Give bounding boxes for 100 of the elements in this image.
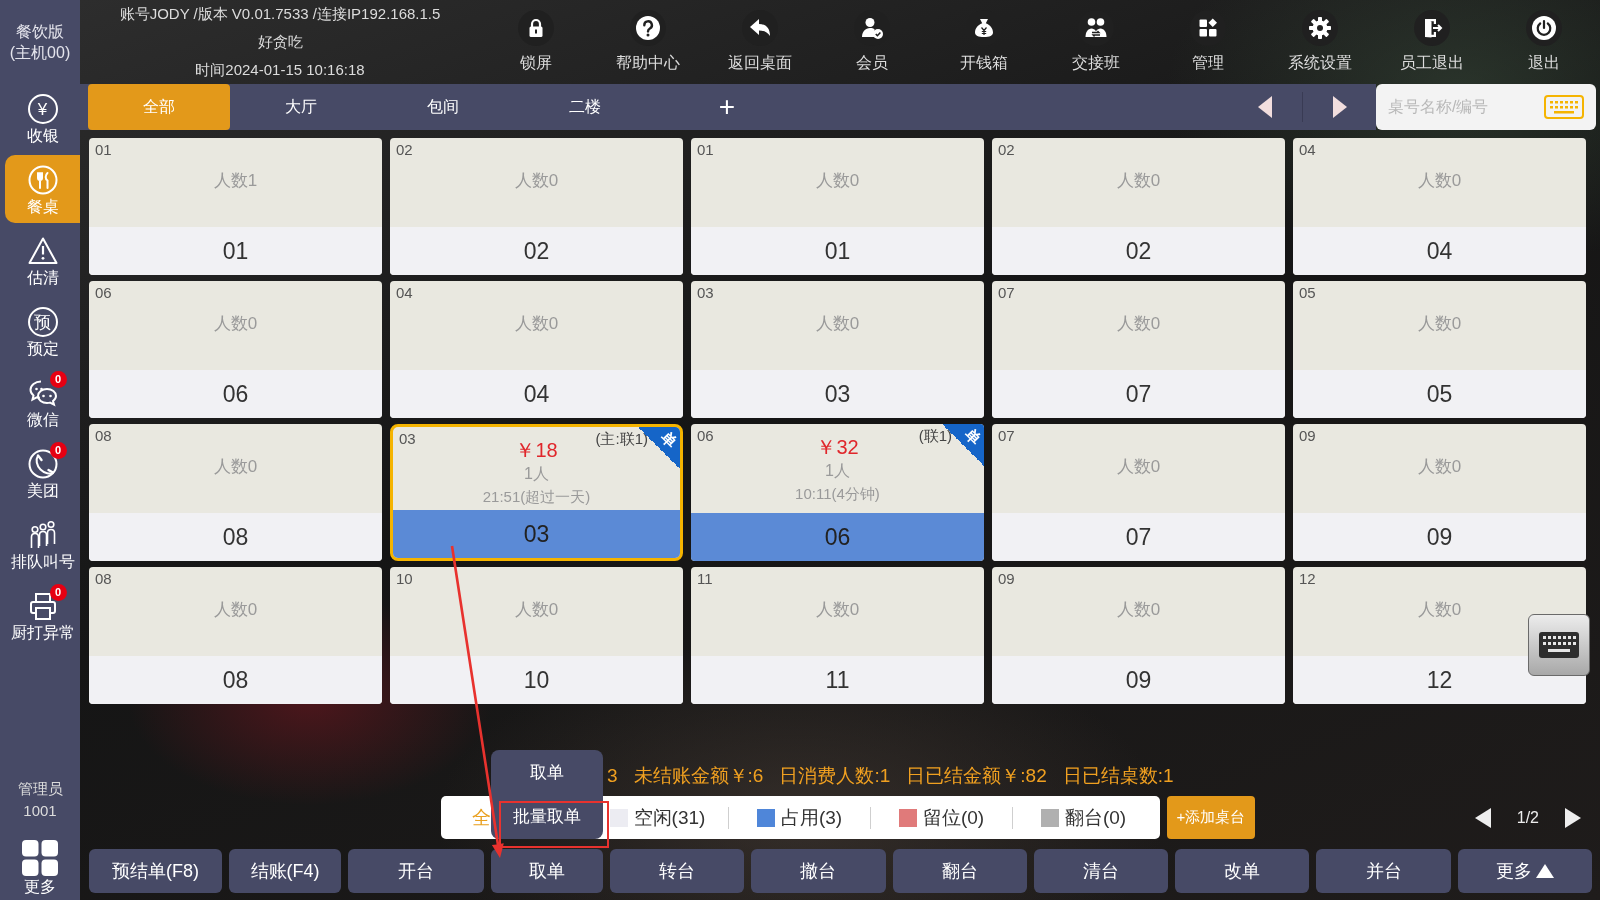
- action-button[interactable]: 开台: [348, 849, 484, 893]
- menu-item[interactable]: 取单: [491, 750, 603, 795]
- action-button[interactable]: 预结单(F8): [89, 849, 222, 893]
- guest-count: 人数1: [213, 170, 258, 192]
- table-card[interactable]: 06 ￥32 (联1) 1人 10:11(4分钟) 单 06: [691, 424, 984, 561]
- area-tab[interactable]: 大厅: [230, 84, 372, 130]
- keyboard-icon: [1539, 632, 1579, 658]
- area-tab[interactable]: 二楼: [514, 84, 656, 130]
- status-filter[interactable]: 翻台(0): [1013, 796, 1154, 839]
- toolbar-button[interactable]: 员工退出: [1376, 0, 1488, 84]
- guest-count: 人数0: [1116, 170, 1161, 192]
- guest-count: 人数0: [815, 599, 860, 621]
- toolbar-button[interactable]: 锁屏: [480, 0, 592, 84]
- action-button[interactable]: 改单: [1175, 849, 1310, 893]
- table-card[interactable]: 11 人数0 11: [691, 567, 984, 704]
- table-card[interactable]: 05 人数0 05: [1293, 281, 1586, 418]
- table-card[interactable]: 04 人数0 04: [1293, 138, 1586, 275]
- keyboard-button[interactable]: [1528, 614, 1590, 676]
- stat-text: 3: [607, 764, 618, 788]
- host-label: (主机00): [9, 43, 71, 63]
- toolbar-button[interactable]: 帮助中心: [592, 0, 704, 84]
- seating-time: 10:11(4分钟): [795, 484, 880, 504]
- action-button[interactable]: 翻台: [892, 849, 1027, 893]
- action-button[interactable]: 转台: [610, 849, 745, 893]
- sidebar-item[interactable]: 排队叫号: [5, 510, 80, 578]
- table-card[interactable]: 08 人数0 08: [89, 567, 382, 704]
- door-exit-icon: [1414, 10, 1450, 46]
- toolbar-button[interactable]: 交接班: [1040, 0, 1152, 84]
- toolbar-button[interactable]: 系统设置: [1264, 0, 1376, 84]
- area-tab[interactable]: 包间: [372, 84, 514, 130]
- toolbar-button[interactable]: 管理: [1152, 0, 1264, 84]
- table-card[interactable]: 07 人数0 07: [992, 424, 1285, 561]
- stat-text: 未结账金额￥:6: [633, 764, 764, 788]
- left-triangle-icon: [1474, 807, 1491, 828]
- table-name: 02: [992, 227, 1285, 275]
- toolbar-button[interactable]: 退出: [1488, 0, 1600, 84]
- table-number: 12: [1299, 570, 1316, 588]
- guest-count: 人数0: [213, 456, 258, 478]
- table-card[interactable]: 10 人数0 10: [390, 567, 683, 704]
- sidebar-item[interactable]: 0 美团: [5, 439, 80, 507]
- sidebar-item[interactable]: 0 厨打异常: [5, 581, 80, 649]
- toolbar-button[interactable]: 返回桌面: [704, 0, 816, 84]
- action-button[interactable]: 结账(F4): [229, 849, 341, 893]
- action-button[interactable]: 并台: [1316, 849, 1451, 893]
- search-field[interactable]: 桌号名称/编号: [1376, 84, 1596, 130]
- action-button[interactable]: 撤台: [751, 849, 886, 893]
- action-button[interactable]: 清台: [1033, 849, 1169, 893]
- table-card[interactable]: 03 人数0 03: [691, 281, 984, 418]
- sidebar-item[interactable]: 0 微信: [5, 368, 80, 436]
- sidebar-item[interactable]: 估清: [5, 226, 80, 294]
- table-number: 08: [95, 427, 112, 445]
- previous-page-button[interactable]: [1474, 807, 1491, 828]
- table-card[interactable]: 06 人数0 06: [89, 281, 382, 418]
- action-button[interactable]: 取单: [491, 849, 603, 893]
- account-info: 账号JODY /版本 V0.01.7533 /连接IP192.168.1.5: [119, 4, 441, 24]
- table-card[interactable]: 02 人数0 02: [390, 138, 683, 275]
- table-name: 05: [1293, 370, 1586, 418]
- table-name: 09: [992, 656, 1285, 704]
- table-name: 08: [89, 656, 382, 704]
- table-number: 10: [396, 570, 413, 588]
- table-number: 07: [998, 284, 1015, 302]
- lock-icon: [518, 10, 554, 46]
- table-card[interactable]: 01 人数0 01: [691, 138, 984, 275]
- more-button[interactable]: 更多: [22, 840, 58, 900]
- table-number: 06: [697, 427, 714, 445]
- table-name: 06: [691, 513, 984, 561]
- table-card[interactable]: 01 人数1 01: [89, 138, 382, 275]
- ribbon-label: 单: [962, 425, 984, 448]
- guest-count: 人数0: [213, 313, 258, 335]
- table-number: 04: [1299, 141, 1316, 159]
- table-card[interactable]: 08 人数0 08: [89, 424, 382, 561]
- table-name: 07: [992, 370, 1285, 418]
- toolbar-button[interactable]: 会员: [816, 0, 928, 84]
- table-number: 11: [697, 570, 713, 588]
- table-card[interactable]: 04 人数0 04: [390, 281, 683, 418]
- status-filter[interactable]: 留位(0): [871, 796, 1012, 839]
- table-card[interactable]: 07 人数0 07: [992, 281, 1285, 418]
- count-badge: 0: [49, 442, 67, 459]
- next-page-button[interactable]: [1565, 807, 1581, 828]
- add-area-button[interactable]: +: [656, 84, 798, 130]
- table-name: 09: [1293, 513, 1586, 561]
- table-card[interactable]: 12 人数0 12: [1293, 567, 1586, 704]
- table-card[interactable]: 09 人数0 09: [1293, 424, 1586, 561]
- table-name: 01: [691, 227, 984, 275]
- keyboard-icon: [1544, 95, 1584, 119]
- seating-time: 21:51(超过一天): [482, 487, 591, 507]
- toolbar-button[interactable]: 开钱箱: [928, 0, 1040, 84]
- table-card[interactable]: 02 人数0 02: [992, 138, 1285, 275]
- circled-symbol-icon: ¥: [27, 94, 58, 124]
- table-number: 07: [998, 427, 1015, 445]
- table-number: 03: [399, 430, 416, 448]
- guest-count: 人数0: [1417, 456, 1462, 478]
- table-name: 08: [89, 513, 382, 561]
- sidebar-item[interactable]: ¥ 收银: [5, 84, 80, 152]
- table-number: 04: [396, 284, 413, 302]
- guest-count: 人数0: [1116, 313, 1161, 335]
- sidebar-item[interactable]: 预 预定: [5, 297, 80, 365]
- status-filter[interactable]: 占用(3): [729, 796, 870, 839]
- table-card[interactable]: 09 人数0 09: [992, 567, 1285, 704]
- action-button[interactable]: 更多: [1457, 849, 1592, 893]
